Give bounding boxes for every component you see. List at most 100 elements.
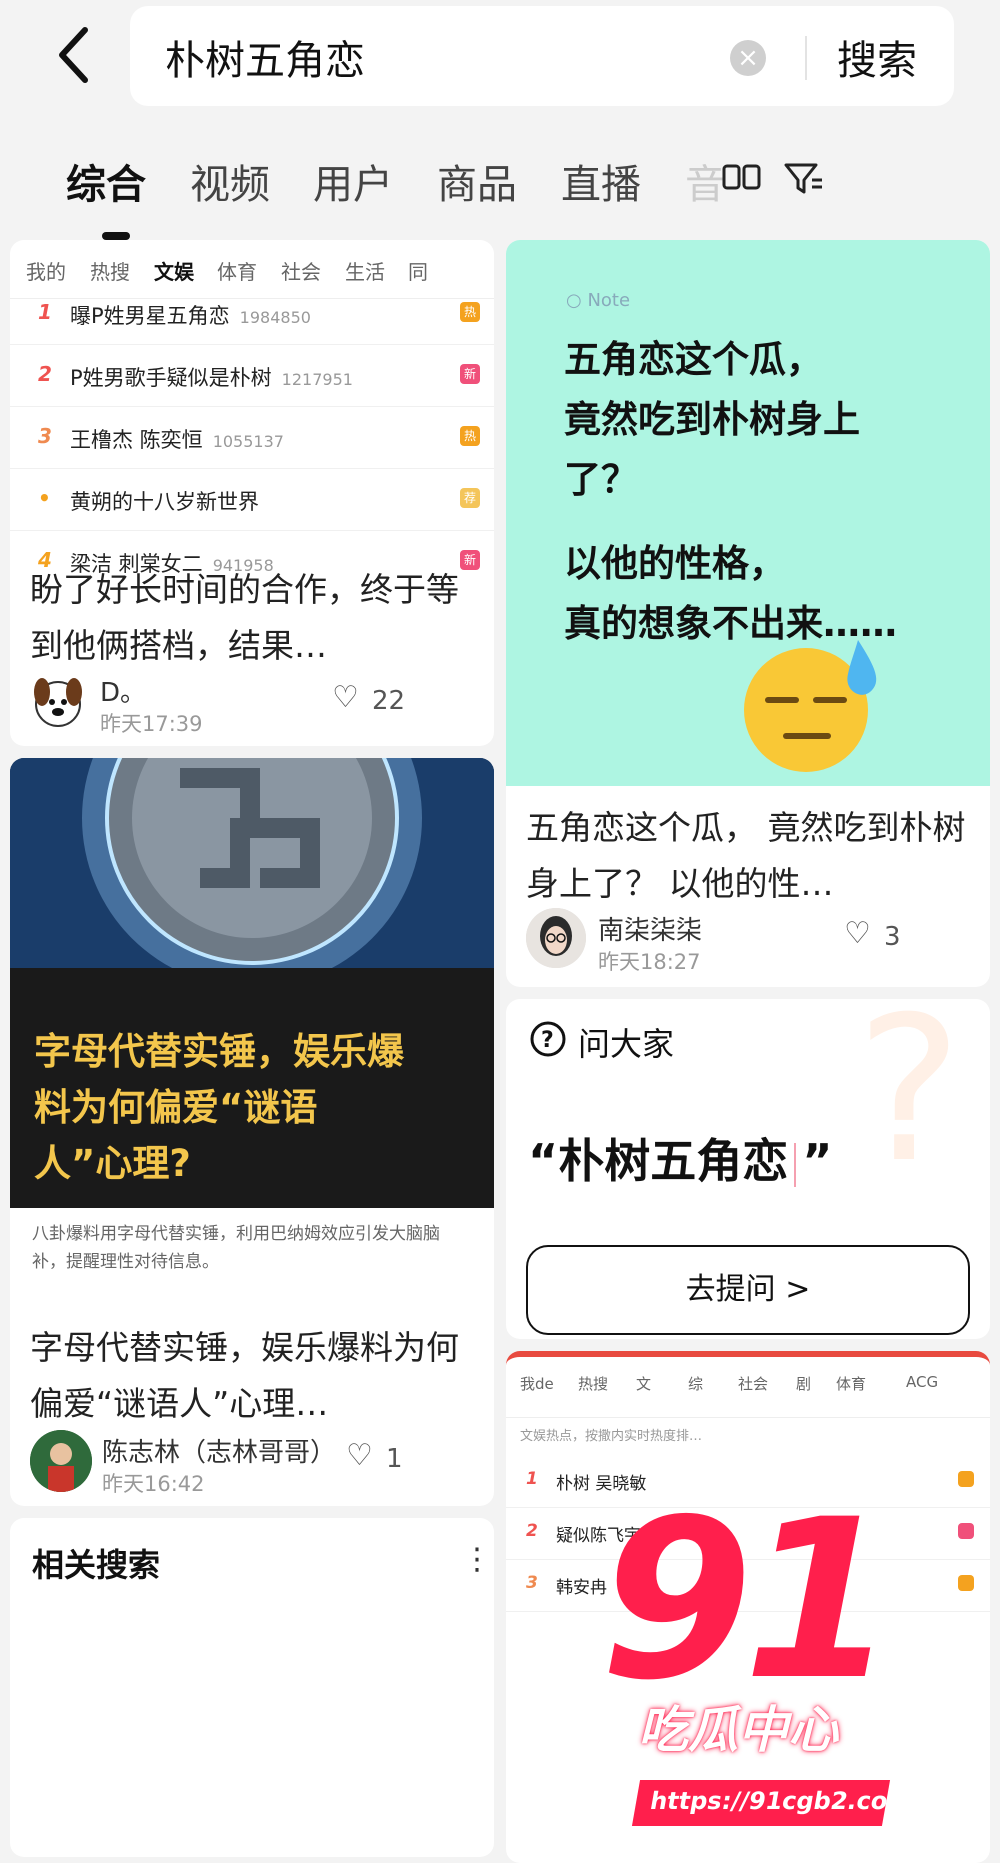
hot-tab-sports[interactable]: 体育 <box>217 256 257 285</box>
heart-icon[interactable]: ♡ <box>332 680 359 715</box>
hot-rank: 2 <box>38 362 52 386</box>
note-line: 以他的性格， <box>564 542 786 585</box>
ask-query-text: 朴树五角恋 <box>558 1134 789 1188</box>
hot-rank: 1 <box>38 300 52 324</box>
hot-title-text: P姓男歌手疑似是朴树 <box>70 366 272 390</box>
note-label-text: Note <box>587 290 631 311</box>
mini-tab[interactable]: 综 <box>688 1373 703 1394</box>
post-card-hotlist[interactable]: 我的 热搜 文娱 体育 社会 生活 同 1 曝P姓男星五角恋 1984850 热 … <box>10 240 494 746</box>
sweat-emoji-icon <box>736 630 886 780</box>
note-text: 五角恋这个瓜， 竟然吃到朴树身上 了？ 以他的性格， 真的想象不出来…… <box>564 330 964 654</box>
back-arrow-icon <box>59 27 88 83</box>
author-name[interactable]: 南柒柒柒 <box>598 910 702 947</box>
article-summary: 八卦爆料用字母代替实锤，利用巴纳姆效应引发大脑脑补，提醒理性对待信息。 <box>32 1224 440 1272</box>
author-name[interactable]: D。 <box>100 672 146 709</box>
hot-title: P姓男歌手疑似是朴树 1217951 <box>70 362 353 392</box>
avatar[interactable] <box>526 908 586 968</box>
svg-text:?: ? <box>856 999 962 1207</box>
mini-tab[interactable]: ACG <box>906 1373 938 1391</box>
hot-count: 1055137 <box>212 432 284 451</box>
hot-badge: 热 <box>460 302 480 322</box>
post-time: 昨天17:39 <box>100 712 203 736</box>
note-gap <box>564 510 964 534</box>
hot-tab-society[interactable]: 社会 <box>281 256 321 285</box>
hot-title-text: 黄朔的十八岁新世界 <box>70 490 259 514</box>
post-card-article[interactable]: 字母代替实锤，娱乐爆 料为何偏爱“谜语 人”心理? 八卦爆料用字母代替实锤，利用… <box>10 758 494 1506</box>
mini-tab[interactable]: 文 <box>636 1373 651 1394</box>
like-count: 3 <box>884 922 901 952</box>
note-label: ○ Note <box>566 290 631 311</box>
mini-hot-tabs: 我de 热搜 文 综 社会 剧 体育 ACG <box>506 1357 990 1418</box>
tab-goods[interactable]: 商品 <box>437 152 517 210</box>
ask-query: “朴树五角恋” <box>528 1125 832 1191</box>
watermark-logo: 91 吃瓜中心 <box>560 1480 896 1770</box>
hot-row[interactable]: 2 P姓男歌手疑似是朴树 1217951 新 <box>10 344 494 407</box>
like-count: 22 <box>372 686 406 716</box>
mini-tab[interactable]: 剧 <box>796 1373 811 1394</box>
post-card-note[interactable]: ○ Note 五角恋这个瓜， 竟然吃到朴树身上 了？ 以他的性格， 真的想象不出… <box>506 240 990 987</box>
search-bar[interactable]: 朴树五角恋 × 搜索 <box>130 6 954 106</box>
hot-rank: 3 <box>526 1573 538 1593</box>
hot-tab-more[interactable]: 同 <box>408 256 428 285</box>
hot-title: 曝P姓男星五角恋 1984850 <box>70 300 311 330</box>
hot-tab-entertainment[interactable]: 文娱 <box>154 256 194 285</box>
article-banner[interactable]: 字母代替实锤，娱乐爆 料为何偏爱“谜语 人”心理? <box>10 968 494 1208</box>
hot-rank: • <box>38 486 51 510</box>
ask-card[interactable]: ? ? 问大家 “朴树五角恋” 去提问 > <box>506 999 990 1339</box>
open-quote: “ <box>528 1134 559 1188</box>
heart-icon[interactable]: ♡ <box>346 1438 373 1473</box>
author-name[interactable]: 陈志林（志林哥哥） <box>102 1432 336 1469</box>
hot-title: 王橹杰 陈奕恒 1055137 <box>70 424 284 454</box>
double-column-icon[interactable] <box>720 150 765 205</box>
hot-badge <box>958 1575 974 1591</box>
hot-row[interactable]: 1 曝P姓男星五角恋 1984850 热 <box>10 282 494 345</box>
tab-video[interactable]: 视频 <box>190 152 270 210</box>
hot-tab-life[interactable]: 生活 <box>345 256 385 285</box>
hot-badge: 荐 <box>460 488 480 508</box>
tab-live[interactable]: 直播 <box>561 152 641 210</box>
hot-count: 1217951 <box>281 370 353 389</box>
svg-text:?: ? <box>541 1028 554 1053</box>
close-quote: ” <box>802 1134 833 1188</box>
hot-tab-mine[interactable]: 我的 <box>26 256 66 285</box>
post-title[interactable]: 五角恋这个瓜， 竟然吃到朴树身上了？ 以他的性… <box>526 800 966 912</box>
mini-tab[interactable]: 社会 <box>738 1373 768 1394</box>
heart-icon[interactable]: ♡ <box>844 916 871 951</box>
mini-tab[interactable]: 体育 <box>836 1373 866 1394</box>
emblem-image[interactable] <box>10 758 494 988</box>
hot-tab-trending[interactable]: 热搜 <box>90 256 130 285</box>
ask-question-button[interactable]: 去提问 > <box>526 1245 970 1335</box>
hot-badge <box>958 1523 974 1539</box>
hot-badge: 热 <box>460 426 480 446</box>
note-line: 竟然吃到朴树身上 <box>564 398 860 441</box>
hot-row[interactable]: 3 王橹杰 陈奕恒 1055137 热 <box>10 406 494 469</box>
mini-tab[interactable]: 热搜 <box>578 1373 608 1394</box>
search-button[interactable]: 搜索 <box>837 28 917 86</box>
hot-badge <box>958 1471 974 1487</box>
post-title[interactable]: 字母代替实锤，娱乐爆料为何偏爱“谜语人”心理… <box>30 1320 470 1432</box>
mini-tab[interactable]: 我de <box>520 1373 554 1394</box>
more-icon[interactable]: ⋮ <box>462 1542 492 1577</box>
clear-icon[interactable]: × <box>730 40 766 76</box>
related-searches-card[interactable]: 相关搜索 ⋮ <box>10 1518 494 1857</box>
hot-rank: 2 <box>526 1521 538 1541</box>
post-title[interactable]: 盼了好长时间的合作，终于等到他俩搭档，结果… <box>30 562 470 674</box>
post-time: 昨天16:42 <box>102 1472 205 1496</box>
filter-icon[interactable] <box>782 150 827 205</box>
hot-row[interactable]: • 黄朔的十八岁新世界 荐 <box>10 468 494 531</box>
note-cover[interactable]: ○ Note 五角恋这个瓜， 竟然吃到朴树身上 了？ 以他的性格， 真的想象不出… <box>506 240 990 786</box>
hot-rank: 3 <box>38 424 52 448</box>
tab-music[interactable]: 音 <box>685 152 725 210</box>
question-mark-icon: ? <box>836 999 990 1219</box>
back-button[interactable] <box>40 20 110 90</box>
avatar[interactable] <box>30 1430 92 1492</box>
watermark-url: https://91cgb2.com <box>647 1787 915 1815</box>
hot-title: 黄朔的十八岁新世界 <box>70 486 259 516</box>
tab-users[interactable]: 用户 <box>313 152 393 210</box>
tab-all[interactable]: 综合 <box>66 152 146 210</box>
watermark-number: 91 <box>600 1472 896 1728</box>
hot-title-text: 王橹杰 陈奕恒 <box>70 428 203 452</box>
search-input[interactable]: 朴树五角恋 <box>165 28 365 86</box>
text-cursor <box>794 1142 797 1187</box>
avatar[interactable] <box>28 672 88 732</box>
